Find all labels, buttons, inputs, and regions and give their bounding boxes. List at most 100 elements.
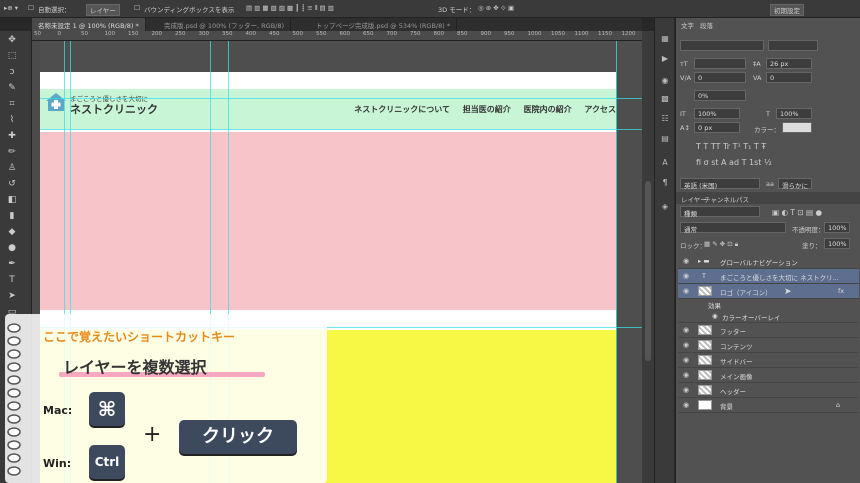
eye-icon[interactable]: ◉: [683, 257, 689, 265]
canvas-scrollbar[interactable]: [642, 31, 654, 483]
layer-row-text[interactable]: ◉ T まごころと優しさを大切に ネストクリ...: [678, 269, 859, 284]
layer-row-sidebar[interactable]: ◉ サイドバー: [678, 353, 859, 368]
layer-row-logo[interactable]: ◉ ロゴ（アイコン） ➤ fx: [678, 284, 859, 299]
eyedropper-icon[interactable]: ⌇: [6, 115, 18, 125]
eye-icon[interactable]: ◉: [683, 326, 689, 334]
eye-icon[interactable]: ◉: [683, 371, 689, 379]
gradient-tool-icon[interactable]: ▮: [6, 211, 18, 221]
blur-tool-icon[interactable]: ◆: [6, 227, 18, 237]
workspace-dropdown[interactable]: 初期設定: [770, 4, 804, 16]
vertical-scale-input[interactable]: 100%: [694, 108, 740, 119]
layer-row-background[interactable]: ◉ 背景 ⌂: [678, 398, 859, 413]
align-icons[interactable]: ▤ ▥ ▦ ▧ ▨ ▩ ┃ ┋ ≡ ⫴ ▤ ▥: [246, 4, 334, 13]
antialias-select[interactable]: 滑らかに: [778, 178, 812, 190]
nav-item-about[interactable]: ネストクリニックについて: [354, 105, 450, 114]
effects-header[interactable]: 効果: [678, 299, 859, 310]
auto-select-dropdown[interactable]: レイヤー: [86, 4, 120, 16]
color-panel-icon[interactable]: ◉: [659, 76, 671, 86]
tab-document-1[interactable]: 名称未設定 1 @ 100% (RGB/8) *: [32, 18, 146, 31]
spiral-ring: [7, 414, 21, 424]
eye-icon[interactable]: ◉: [683, 386, 689, 394]
actions-panel-icon[interactable]: ▶: [659, 54, 671, 64]
crop-tool-icon[interactable]: ⌗: [6, 99, 18, 109]
eye-icon[interactable]: ◉: [683, 401, 689, 409]
layer-row-header[interactable]: ◉ ヘッダー: [678, 383, 859, 398]
font-size-input[interactable]: [694, 58, 746, 69]
ruler-tick-label: 100: [104, 31, 116, 37]
site-header[interactable]: まごころと優しさを大切に ネストクリニック ネストクリニックについて 担当医の紹…: [40, 89, 616, 129]
path-select-icon[interactable]: ➤: [6, 291, 18, 301]
eye-icon[interactable]: ◉: [683, 272, 689, 280]
tab-paragraph[interactable]: 段落: [700, 20, 713, 30]
leading-input[interactable]: 26 px: [766, 58, 812, 69]
eye-icon[interactable]: ◉: [683, 287, 689, 295]
history-panel-icon[interactable]: ▦: [659, 34, 671, 44]
opacity-input[interactable]: 100%: [824, 222, 850, 233]
ruler-tick-label: 950: [504, 31, 515, 37]
tsume-input[interactable]: 0%: [694, 90, 746, 101]
filter-icons[interactable]: ▣ ◐ T ⊡ ▤ ●: [772, 208, 822, 217]
baseline-input[interactable]: 0 px: [694, 122, 740, 133]
nav-item-facility[interactable]: 医院内の紹介: [524, 105, 572, 114]
stamp-tool-icon[interactable]: ♙: [6, 163, 18, 173]
layer-row-group[interactable]: ◉ ▸ ▬ グローバルナビゲーション: [678, 254, 859, 269]
eraser-tool-icon[interactable]: ◧: [6, 195, 18, 205]
quick-select-icon[interactable]: ✎: [6, 83, 18, 93]
color-label: カラー：: [754, 126, 780, 134]
paragraph-panel-icon[interactable]: ¶: [659, 178, 671, 188]
lasso-tool-icon[interactable]: ↄ: [6, 67, 18, 77]
tab-paths[interactable]: パス: [736, 194, 749, 204]
bbox-checkbox[interactable]: ☐: [134, 4, 140, 12]
eye-icon[interactable]: ◉: [683, 341, 689, 349]
nav-item-doctors[interactable]: 担当医の紹介: [463, 105, 511, 114]
layer-row-footer[interactable]: ◉ フッター: [678, 323, 859, 338]
layer-row-main-image[interactable]: ◉ メイン画像: [678, 368, 859, 383]
language-select[interactable]: 英語 (米国): [680, 178, 760, 190]
3d-tools-icons[interactable]: ◎ ⊛ ✥ ⟐ ▣: [478, 4, 514, 13]
scroll-thumb[interactable]: [645, 181, 651, 361]
layer-row-contents[interactable]: ◉ コンテンツ: [678, 338, 859, 353]
ruler-tick-label: 1000: [527, 31, 542, 37]
auto-select-checkbox[interactable]: ☐: [28, 4, 34, 12]
tab-document-3[interactable]: トップページ完成版.psd @ 534% (RGB/8) *: [310, 18, 458, 31]
text-color-swatch[interactable]: [782, 122, 812, 133]
effect-row[interactable]: ◉ カラーオーバーレイ: [678, 310, 859, 323]
fx-badge[interactable]: fx: [838, 287, 844, 295]
lock-icons[interactable]: ▦ ✎ ✥ ⊡ 🔒︎: [704, 240, 738, 249]
kerning-input[interactable]: 0: [694, 72, 746, 83]
marquee-tool-icon[interactable]: ⬚: [6, 51, 18, 61]
nav-item-access[interactable]: アクセス: [584, 105, 616, 114]
history-brush-icon[interactable]: ↺: [6, 179, 18, 189]
ruler-tick-label: 450: [269, 31, 280, 37]
eye-icon[interactable]: ◉: [683, 356, 689, 364]
fill-input[interactable]: 100%: [824, 238, 850, 249]
swatches-panel-icon[interactable]: ▩: [659, 94, 671, 104]
layer-filter-select[interactable]: 種類: [680, 206, 760, 218]
opentype-buttons[interactable]: ﬁ σ st A ad T 1st ½: [696, 158, 772, 167]
adjust-panel-icon[interactable]: ☷: [659, 114, 671, 124]
heal-tool-icon[interactable]: ✚: [6, 131, 18, 141]
tab-character[interactable]: 文字: [681, 20, 694, 30]
spiral-ring: [7, 427, 21, 437]
move-tool-icon[interactable]: ✥: [6, 35, 18, 45]
tab-document-2[interactable]: 完成版.psd @ 100% (フッター, RGB/8): [158, 18, 292, 31]
tab-layers[interactable]: レイヤー: [681, 194, 707, 204]
main-image-block[interactable]: [40, 132, 616, 310]
layer-name: 背景: [720, 403, 733, 411]
layers-panel-icon[interactable]: ◈: [659, 202, 671, 212]
pen-tool-icon[interactable]: ✒: [6, 259, 18, 269]
move-tool-icon[interactable]: ▸⊕ ▾: [4, 4, 18, 12]
brush-tool-icon[interactable]: ✏: [6, 147, 18, 157]
font-family-select[interactable]: [680, 40, 764, 51]
dodge-tool-icon[interactable]: ●: [6, 243, 18, 253]
effect-eye-icon[interactable]: ◉: [712, 312, 718, 320]
type-panel-icon[interactable]: A: [659, 158, 671, 168]
blend-mode-select[interactable]: 通常: [680, 222, 786, 234]
horizontal-scale-input[interactable]: 100%: [776, 108, 812, 119]
type-style-buttons[interactable]: T T TT Tr T¹ T₁ T Ŧ: [696, 142, 766, 151]
tracking-input[interactable]: 0: [766, 72, 812, 83]
styles-panel-icon[interactable]: ▤: [659, 134, 671, 144]
type-tool-icon[interactable]: T: [6, 275, 18, 285]
font-style-select[interactable]: [768, 40, 818, 51]
tab-channels[interactable]: チャンネル: [704, 194, 736, 204]
